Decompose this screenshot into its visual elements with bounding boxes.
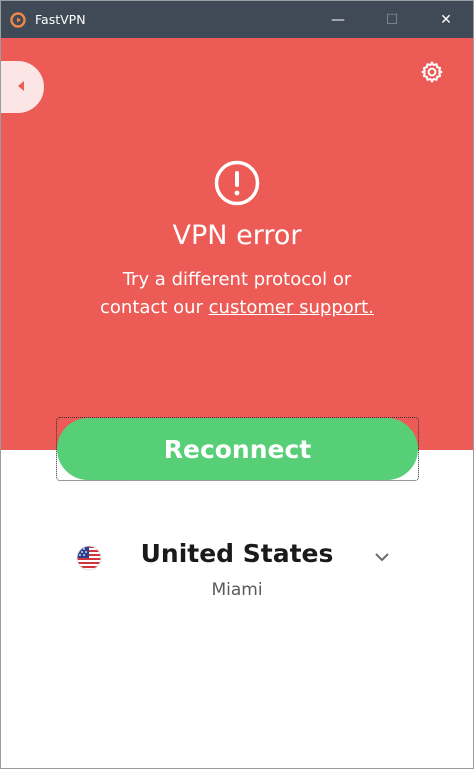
- minimize-button[interactable]: —: [311, 1, 365, 38]
- app-window: FastVPN — ☐ ✕ VPN error Try a different …: [0, 0, 474, 769]
- gear-icon: [420, 60, 444, 88]
- title-bar[interactable]: FastVPN — ☐ ✕: [1, 1, 473, 38]
- customer-support-link[interactable]: customer support.: [209, 297, 374, 318]
- fastvpn-logo-icon: [9, 11, 27, 29]
- close-button[interactable]: ✕: [419, 1, 473, 38]
- error-message: Try a different protocol or contact our …: [1, 266, 473, 322]
- country-name: United States: [140, 539, 334, 568]
- error-message-line1: Try a different protocol or: [122, 269, 352, 290]
- error-panel: VPN error Try a different protocol or co…: [1, 38, 473, 450]
- back-button[interactable]: [1, 61, 44, 113]
- window-controls: — ☐ ✕: [311, 1, 473, 38]
- error-message-line2: contact our customer support.: [1, 294, 473, 322]
- window-title: FastVPN: [35, 12, 86, 27]
- exclamation-circle-icon: [214, 160, 260, 206]
- city-name: Miami: [211, 580, 263, 600]
- location-selector[interactable]: United States Miami: [1, 531, 473, 611]
- error-title: VPN error: [172, 220, 302, 251]
- maximize-button[interactable]: ☐: [365, 1, 419, 38]
- settings-button[interactable]: [419, 61, 445, 87]
- back-arrow-icon: [15, 78, 27, 97]
- error-message-prefix: contact our: [100, 297, 209, 318]
- reconnect-button[interactable]: Reconnect: [57, 418, 418, 480]
- chevron-down-icon[interactable]: [373, 549, 391, 563]
